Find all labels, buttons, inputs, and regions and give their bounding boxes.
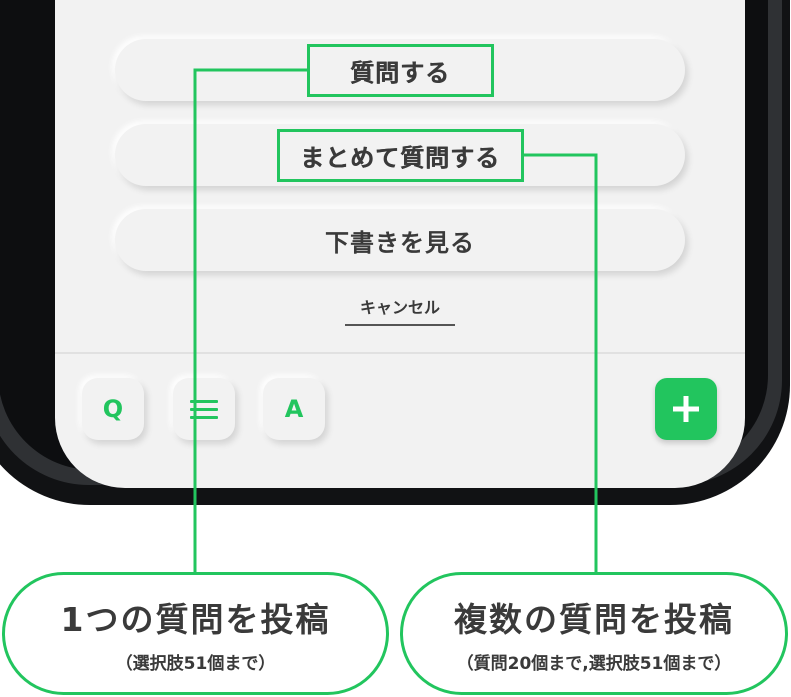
- multiple-questions-callout: 複数の質問を投稿 （質問20個まで,選択肢51個まで）: [400, 572, 788, 695]
- ask-highlight-label: 質問する: [350, 59, 451, 87]
- ask-button-highlight: 質問する: [307, 44, 494, 97]
- ask-batch-button-highlight: まとめて質問する: [277, 129, 524, 182]
- single-callout-title: 1つの質問を投稿: [60, 600, 331, 639]
- ask-batch-highlight-label: まとめて質問する: [300, 144, 501, 172]
- multiple-callout-title: 複数の質問を投稿: [454, 600, 734, 639]
- single-callout-note: （選択肢51個まで）: [115, 654, 276, 674]
- single-question-callout: 1つの質問を投稿 （選択肢51個まで）: [2, 572, 389, 695]
- multiple-callout-note: （質問20個まで,選択肢51個まで）: [456, 654, 732, 674]
